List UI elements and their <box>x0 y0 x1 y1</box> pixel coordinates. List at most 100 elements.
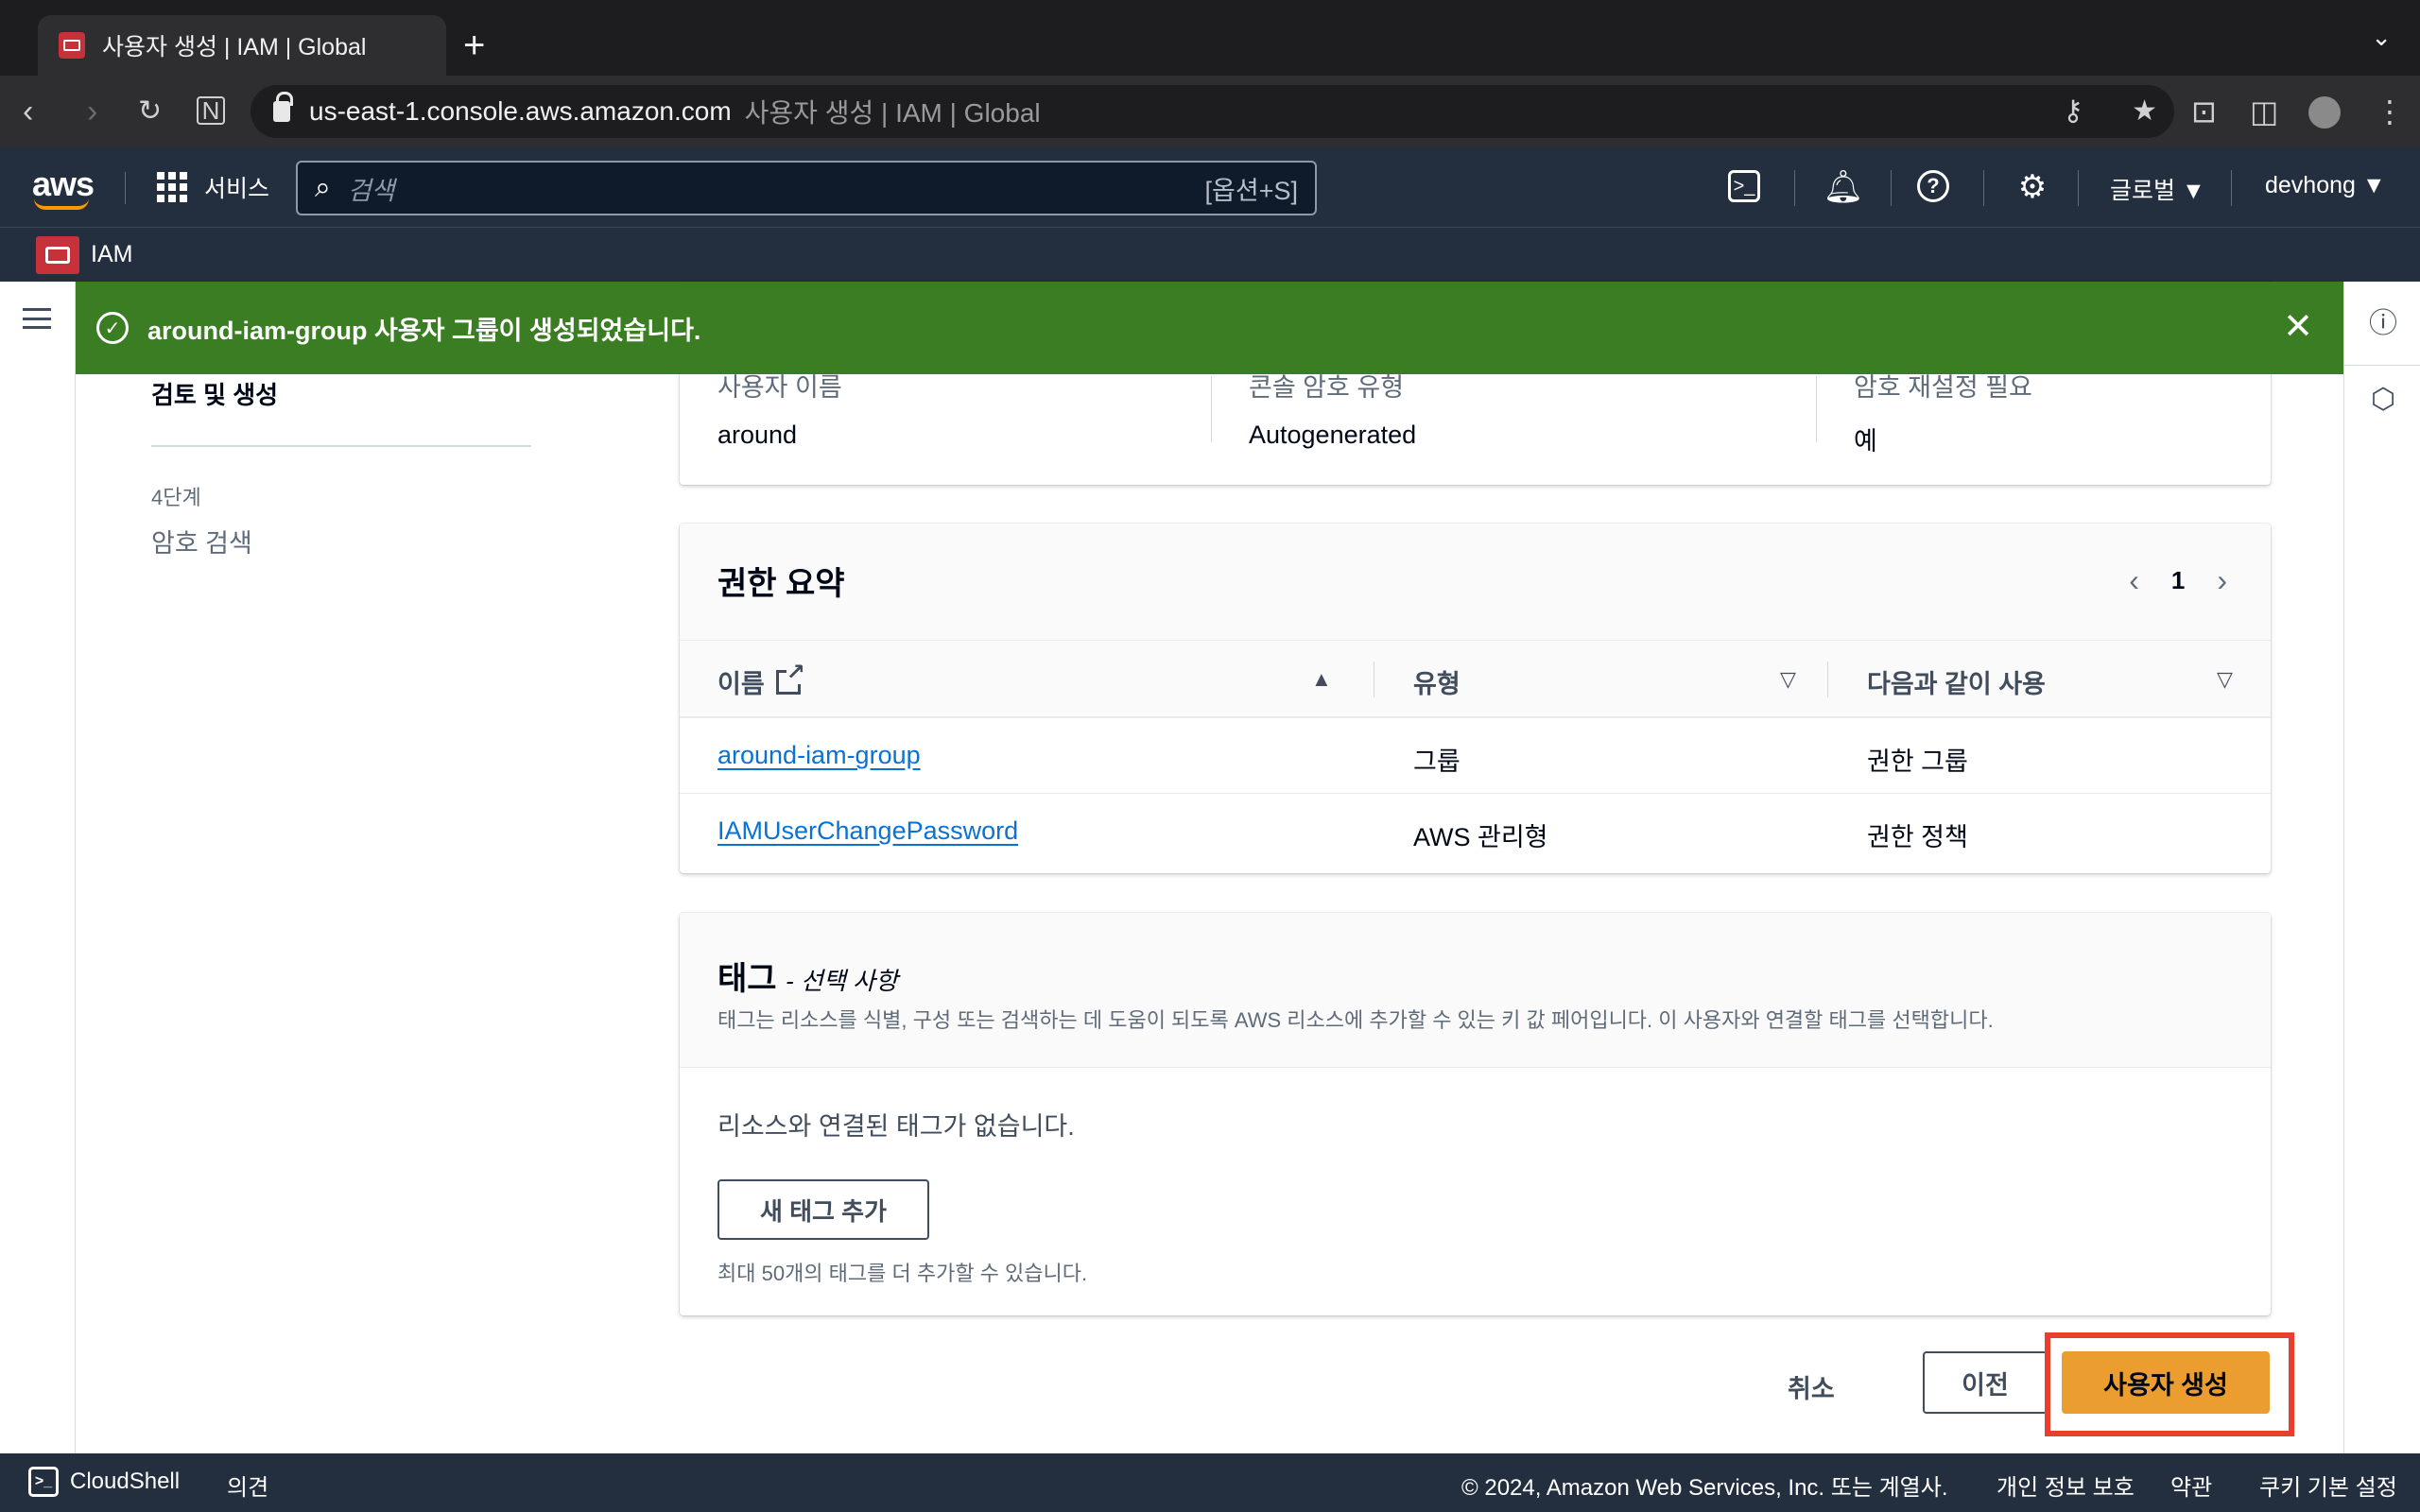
browser-tab[interactable]: 사용자 생성 | IAM | Global <box>38 15 446 76</box>
main-content: 검토 및 생성 4단계 암호 검색 사용자 이름 around 콘솔 암호 유형… <box>77 282 2342 1453</box>
services-menu-button[interactable]: 서비스 <box>157 170 269 204</box>
flash-message: around-iam-group 사용자 그룹이 생성되었습니다. <box>147 316 701 345</box>
region-dropdown[interactable]: 글로벌 ▼ <box>2110 172 2205 206</box>
page-number[interactable]: 1 <box>2171 566 2185 595</box>
user-name-field: 사용자 이름 around <box>717 367 842 449</box>
left-rail <box>0 282 76 1453</box>
search-icon: ⌕ <box>315 172 331 203</box>
pagination: ‹ 1 › <box>2129 563 2227 598</box>
policy-name-link[interactable]: IAMUserChangePassword <box>717 816 1018 846</box>
aws-logo[interactable]: aws <box>32 164 95 210</box>
wizard-steps: 검토 및 생성 4단계 암호 검색 <box>151 376 531 559</box>
sort-icon[interactable]: ▽ <box>1780 667 1796 692</box>
password-reset-field: 암호 재설정 필요 예 <box>1854 367 2032 455</box>
sort-ascending-icon[interactable]: ▲ <box>1311 667 1332 692</box>
header-label: 유형 <box>1413 670 1461 698</box>
step-number: 4단계 <box>151 486 201 509</box>
column-divider <box>1816 376 1817 442</box>
steps-divider <box>151 445 531 447</box>
policy-used-as: 권한 정책 <box>1867 823 1968 851</box>
nav-divider <box>1983 170 1984 206</box>
profile-avatar[interactable] <box>2308 96 2341 129</box>
permissions-title: 권한 요약 <box>717 566 845 602</box>
help-icon[interactable]: ? <box>1917 170 1949 202</box>
browser-tab-bar: 사용자 생성 | IAM | Global + ⌄ <box>0 0 2420 76</box>
tags-description: 태그는 리소스를 식별, 구성 또는 검색하는 데 도움이 되도록 AWS 리소… <box>717 1008 1994 1032</box>
close-icon[interactable]: ✕ <box>2283 308 2313 346</box>
url-host: us-east-1.console.aws.amazon.com <box>309 96 732 126</box>
cloudshell-icon[interactable]: >_ <box>1728 170 1760 202</box>
feedback-link[interactable]: 의견 <box>227 1469 268 1502</box>
card-header: 태그 - 선택 사항 태그는 리소스를 식별, 구성 또는 검색하는 데 도움이… <box>680 913 2271 1068</box>
console-footer: >_ CloudShell 의견 © 2024, Amazon Web Serv… <box>0 1453 2420 1512</box>
tags-limit-hint: 최대 50개의 태그를 더 추가할 수 있습니다. <box>717 1262 1088 1285</box>
next-page-icon[interactable]: › <box>2217 563 2227 598</box>
table-row: around-iam-group 그룹 권한 그룹 <box>680 718 2271 794</box>
account-dropdown[interactable]: devhong ▼ <box>2265 172 2386 199</box>
search-shortcut-hint: [옵션+S] <box>1204 176 1298 205</box>
iam-service-icon[interactable] <box>36 236 79 274</box>
amazon-q-icon[interactable]: ⬡ <box>2367 384 2399 416</box>
permissions-summary-card: 권한 요약 ‹ 1 › 이름 ▲ 유형 ▽ 다음과 같이 사용 ▽ <box>680 524 2271 873</box>
settings-gear-icon[interactable]: ⚙ <box>2012 166 2053 208</box>
cloudshell-link[interactable]: CloudShell <box>70 1469 180 1495</box>
previous-button[interactable]: 이전 <box>1923 1351 2048 1414</box>
info-icon[interactable]: ⓘ <box>2367 308 2399 340</box>
tags-card: 태그 - 선택 사항 태그는 리소스를 식별, 구성 또는 검색하는 데 도움이… <box>680 913 2271 1315</box>
current-step-label: 검토 및 생성 <box>151 381 279 409</box>
services-grid-icon <box>157 172 187 202</box>
table-row: IAMUserChangePassword AWS 관리형 권한 정책 <box>680 794 2271 869</box>
service-bar: IAM <box>0 227 2420 282</box>
lock-icon <box>273 92 293 122</box>
field-value: around <box>717 421 798 449</box>
console-search-input[interactable]: ⌕ 검색 [옵션+S] <box>296 161 1317 215</box>
create-user-button[interactable]: 사용자 생성 <box>2062 1351 2270 1414</box>
policy-name-link[interactable]: around-iam-group <box>717 741 921 770</box>
browser-tab-title: 사용자 생성 | IAM | Global <box>102 34 367 60</box>
table-header: 이름 ▲ 유형 ▽ 다음과 같이 사용 ▽ <box>680 641 2271 718</box>
external-link-icon <box>775 661 805 695</box>
header-label: 다음과 같이 사용 <box>1867 670 2046 698</box>
reload-icon[interactable]: ↻ <box>138 93 162 130</box>
bookmark-star-icon[interactable]: ★ <box>2132 94 2157 128</box>
column-header-name[interactable]: 이름 <box>717 661 805 700</box>
back-arrow-icon[interactable]: ‹ <box>23 93 33 130</box>
rail-divider <box>2344 365 2420 366</box>
browser-toolbar: ‹ › ↻ N us-east-1.console.aws.amazon.com… <box>0 76 2420 147</box>
screenshot-icon[interactable]: ⊡ <box>2191 93 2217 130</box>
nav-divider <box>2231 170 2232 206</box>
cloudshell-icon[interactable]: >_ <box>28 1467 59 1497</box>
header-divider <box>1827 662 1828 697</box>
field-value: 예 <box>1854 427 1877 455</box>
privacy-link[interactable]: 개인 정보 보호 <box>1996 1469 2135 1502</box>
menu-hamburger-icon[interactable] <box>23 308 51 329</box>
copyright-text: © 2024, Amazon Web Services, Inc. 또는 계열사… <box>1461 1475 1948 1501</box>
tab-search-chevron-icon[interactable]: ⌄ <box>2371 23 2392 52</box>
success-flash-banner: ✓ around-iam-group 사용자 그룹이 생성되었습니다. ✕ <box>76 282 2343 374</box>
notifications-bell-icon[interactable]: 🔔︎ <box>1823 166 1864 208</box>
sort-icon[interactable]: ▽ <box>2217 667 2233 692</box>
new-tab-button[interactable]: + <box>463 26 485 64</box>
column-header-used-as[interactable]: 다음과 같이 사용 <box>1867 663 2046 700</box>
column-divider <box>1211 376 1212 442</box>
cookie-preferences-link[interactable]: 쿠키 기본 설정 <box>2259 1469 2397 1502</box>
add-tag-button[interactable]: 새 태그 추가 <box>717 1179 929 1240</box>
terms-link[interactable]: 약관 <box>2170 1469 2212 1502</box>
field-value: Autogenerated <box>1249 421 1417 449</box>
browser-menu-icon[interactable]: ⋮ <box>2375 93 2405 130</box>
side-panel-icon[interactable]: ◫ <box>2250 93 2278 130</box>
address-bar[interactable]: us-east-1.console.aws.amazon.com 사용자 생성 … <box>251 85 2174 138</box>
notion-extension-icon[interactable]: N <box>197 96 225 125</box>
previous-page-icon[interactable]: ‹ <box>2129 563 2139 598</box>
service-name[interactable]: IAM <box>91 241 132 268</box>
card-header: 권한 요약 ‹ 1 › <box>680 524 2271 641</box>
tags-empty-message: 리소스와 연결된 태그가 없습니다. <box>717 1112 1075 1141</box>
policy-type: AWS 관리형 <box>1413 823 1548 851</box>
nav-divider <box>1891 170 1892 206</box>
forward-arrow-icon[interactable]: › <box>87 93 97 130</box>
nav-divider <box>1794 170 1795 206</box>
column-header-type[interactable]: 유형 <box>1413 663 1461 700</box>
aws-top-nav: aws 서비스 ⌕ 검색 [옵션+S] >_ 🔔︎ ? ⚙ 글로벌 ▼ devh… <box>0 147 2420 227</box>
cancel-button[interactable]: 취소 <box>1788 1368 1835 1405</box>
password-key-icon[interactable]: ⚷ <box>2063 94 2083 128</box>
